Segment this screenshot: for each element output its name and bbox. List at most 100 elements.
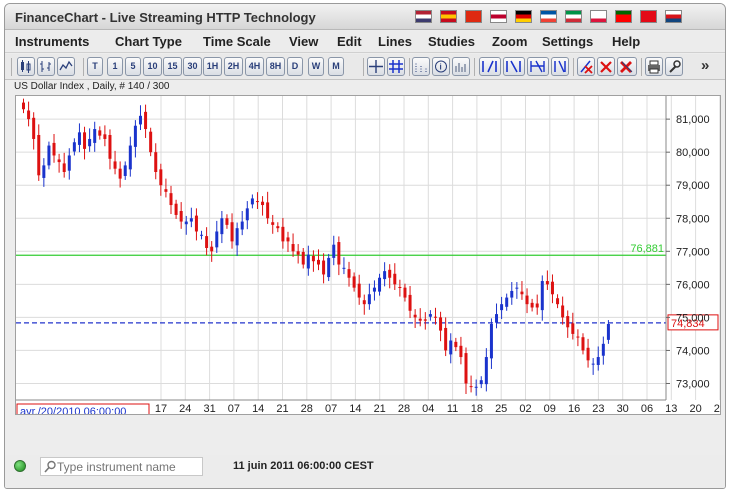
candle-body xyxy=(520,291,524,295)
candle-body xyxy=(357,283,361,298)
spain-flag-icon[interactable] xyxy=(440,10,457,23)
toolbar-overflow-button[interactable]: » xyxy=(701,57,709,74)
timescale-button-1[interactable]: 1 xyxy=(107,57,123,76)
poland-flag-icon[interactable] xyxy=(590,10,607,23)
channel-button[interactable] xyxy=(503,57,525,76)
timescale-button-30[interactable]: 30 xyxy=(183,57,202,76)
search-icon xyxy=(44,460,56,473)
grid-toggle-button[interactable] xyxy=(387,57,405,76)
timescale-button-15[interactable]: 15 xyxy=(163,57,182,76)
candle-body xyxy=(255,201,259,203)
menu-time-scale[interactable]: Time Scale xyxy=(203,34,271,49)
candle-body xyxy=(113,161,117,169)
france-flag-icon[interactable] xyxy=(540,10,557,23)
volume-bars-button[interactable] xyxy=(452,57,470,76)
candle-body xyxy=(200,234,204,236)
menu-view[interactable]: View xyxy=(289,34,318,49)
candle-body xyxy=(596,357,600,365)
candle-body xyxy=(52,142,56,156)
germany-flag-icon[interactable] xyxy=(515,10,532,23)
price-chart[interactable]: 76,881 74,834 81,000 80,000 79,000 78,000 77,… xyxy=(15,95,725,427)
candle-body xyxy=(276,226,280,229)
volume-dots-button[interactable] xyxy=(412,57,430,76)
delete-line-button[interactable] xyxy=(577,57,595,76)
info-button[interactable]: i xyxy=(432,57,450,76)
channel-icon xyxy=(506,60,521,73)
timescale-button-1h[interactable]: 1H xyxy=(203,57,222,76)
delete-all-button[interactable] xyxy=(617,57,637,76)
bar-chart-button[interactable] xyxy=(37,57,55,76)
timescale-button-4h[interactable]: 4H xyxy=(245,57,264,76)
candle-body xyxy=(535,303,539,308)
toolbar-separator xyxy=(83,58,84,76)
czech-flag-icon[interactable] xyxy=(665,10,682,23)
timescale-button-10[interactable]: 10 xyxy=(143,57,162,76)
menu-zoom[interactable]: Zoom xyxy=(492,34,527,49)
menu-studies[interactable]: Studies xyxy=(428,34,475,49)
china-flag-icon[interactable] xyxy=(465,10,482,23)
timescale-button-t[interactable]: T xyxy=(87,57,103,76)
candle-body xyxy=(159,169,163,186)
fibonacci-button[interactable] xyxy=(527,57,549,76)
toolbar-separator xyxy=(573,58,574,76)
candle-body xyxy=(413,314,417,318)
chart-xaxis: 17 24 31 07 14 21 28 07 14 21 28 04 11 18 25 02 09 16 23 30… xyxy=(16,399,725,427)
candle-body xyxy=(337,242,341,265)
menu-chart-type[interactable]: Chart Type xyxy=(115,34,182,49)
timescale-button-m[interactable]: M xyxy=(328,57,344,76)
candle-body xyxy=(154,152,158,172)
parallel-lines-button[interactable] xyxy=(551,57,569,76)
timescale-button-8h[interactable]: 8H xyxy=(266,57,285,76)
toolbar-separator xyxy=(474,58,475,76)
candle-body xyxy=(581,337,585,351)
connection-status-icon xyxy=(14,460,26,472)
menu-edit[interactable]: Edit xyxy=(337,34,362,49)
menu-lines[interactable]: Lines xyxy=(378,34,412,49)
menu-settings[interactable]: Settings xyxy=(542,34,593,49)
us-flag-icon[interactable] xyxy=(415,10,432,23)
settings-button[interactable] xyxy=(665,57,683,76)
print-button[interactable] xyxy=(645,57,663,76)
crosshair-icon xyxy=(369,60,383,73)
menu-help[interactable]: Help xyxy=(612,34,640,49)
candle-body xyxy=(352,276,356,288)
x-tick-label: 28 xyxy=(398,403,410,414)
candle-body xyxy=(174,203,178,215)
candle-body xyxy=(164,189,168,192)
delete-button[interactable] xyxy=(597,57,615,76)
chart-canvas: 76,88174,834 81,000 80,000 79,000 78,000 77,… xyxy=(16,96,725,427)
instrument-search[interactable] xyxy=(40,457,203,476)
toolbar-separator xyxy=(641,58,642,76)
toolbar-separator xyxy=(11,58,12,76)
portugal-flag-icon[interactable] xyxy=(615,10,632,23)
candle-body xyxy=(530,302,534,308)
grid-icon xyxy=(389,60,403,73)
y-tick-label: 76,000 xyxy=(676,279,710,291)
timescale-button-5[interactable]: 5 xyxy=(125,57,141,76)
japan-flag-icon[interactable] xyxy=(490,10,507,23)
instrument-search-input[interactable] xyxy=(57,459,201,474)
timescale-button-d[interactable]: D xyxy=(287,57,303,76)
line-chart-button[interactable] xyxy=(57,57,75,76)
trendline-button[interactable] xyxy=(479,57,501,76)
candlestick-chart-button[interactable] xyxy=(17,57,35,76)
crosshair-button[interactable] xyxy=(367,57,385,76)
candle-body xyxy=(210,246,214,252)
candle-body xyxy=(550,281,554,295)
italy-flag-icon[interactable] xyxy=(565,10,582,23)
timescale-button-2h[interactable]: 2H xyxy=(224,57,243,76)
menu-instruments[interactable]: Instruments xyxy=(15,34,89,49)
x-tick-label: 18 xyxy=(471,403,483,414)
y-tick-label: 74,000 xyxy=(676,345,710,357)
candle-body xyxy=(439,317,443,331)
y-tick-label: 75,000 xyxy=(676,312,710,324)
candle-body xyxy=(205,236,209,248)
language-flags xyxy=(415,10,682,23)
candle-body xyxy=(281,226,285,242)
candle-body xyxy=(362,300,366,305)
turkey-flag-icon[interactable] xyxy=(640,10,657,23)
candle-body xyxy=(301,251,305,265)
candle-body xyxy=(179,210,183,222)
x-tick-label: 31 xyxy=(203,403,215,414)
timescale-button-w[interactable]: W xyxy=(308,57,324,76)
